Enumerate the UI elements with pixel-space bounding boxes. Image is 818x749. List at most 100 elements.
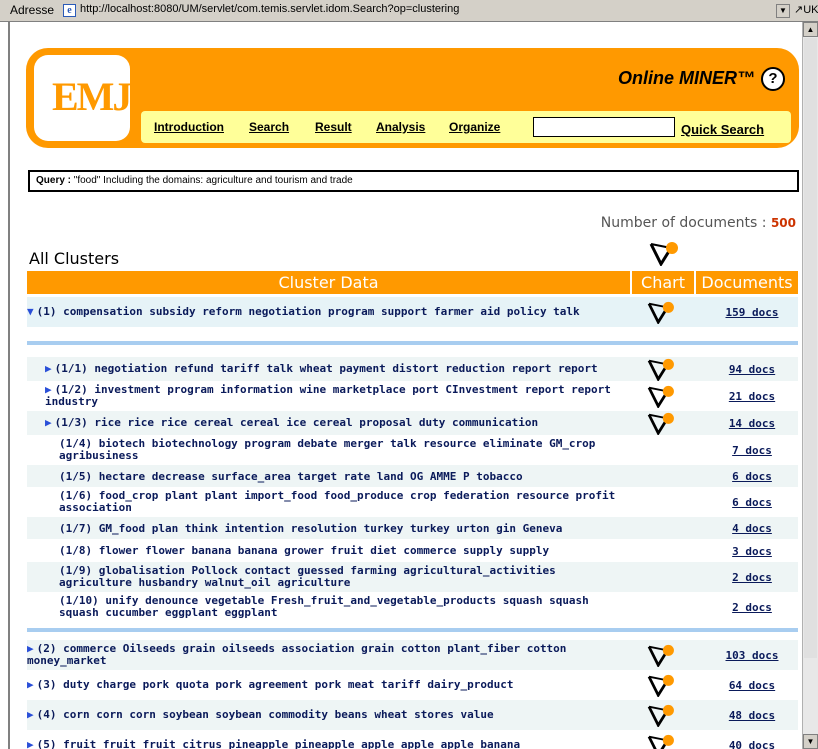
nav-introduction[interactable]: Introduction: [154, 120, 224, 134]
document-count-label: Number of documents :: [600, 215, 771, 231]
scroll-down-icon[interactable]: ▼: [803, 734, 818, 749]
cluster-text[interactable]: (1/4) biotech biotechnology program deba…: [59, 437, 595, 462]
docs-link[interactable]: 64 docs: [709, 679, 795, 692]
docs-link[interactable]: 94 docs: [709, 363, 795, 376]
cluster-label: ▶ (5) fruit fruit fruit citrus pineapple …: [27, 739, 632, 749]
cluster-text[interactable]: (1/2) investment program information win…: [45, 383, 611, 408]
docs-link[interactable]: 40 docs: [709, 739, 795, 749]
cluster-text[interactable]: (1/5) hectare decrease surface_area targ…: [59, 470, 523, 483]
nav-organize[interactable]: Organize: [449, 120, 500, 134]
cluster-text[interactable]: (1/10) unify denounce vegetable Fresh_fr…: [59, 594, 589, 619]
address-label: Adresse: [10, 3, 55, 17]
query-box: Query : "food" Including the domains: ag…: [28, 170, 799, 192]
cluster-label: ▶ (1/1) negotiation refund tariff talk wh…: [27, 363, 632, 375]
cluster-label: (1/5) hectare decrease surface_area targ…: [27, 471, 632, 483]
cluster-label: (1/7) GM_food plan think intention resol…: [27, 523, 632, 535]
docs-link[interactable]: 3 docs: [709, 545, 795, 558]
table-row: ▶ (1/1) negotiation refund tariff talk wh…: [27, 357, 798, 382]
quick-search-input[interactable]: [533, 117, 675, 137]
cluster-text[interactable]: (5) fruit fruit fruit citrus pineapple p…: [37, 738, 520, 749]
scroll-thumb[interactable]: [804, 38, 817, 658]
vertical-scrollbar[interactable]: ▲ ▼: [802, 22, 818, 749]
expand-right-icon[interactable]: ▶: [27, 708, 34, 721]
row-separator: [27, 345, 798, 357]
cluster-chart-icon[interactable]: [647, 384, 675, 413]
docs-link[interactable]: 6 docs: [709, 496, 795, 509]
cluster-text[interactable]: (1/1) negotiation refund tariff talk whe…: [55, 362, 598, 375]
cluster-text[interactable]: (1/3) rice rice rice cereal cereal ice c…: [55, 416, 538, 429]
app-header: EMJ Online MINER™ ? Introduction Search …: [26, 48, 799, 148]
expand-right-icon[interactable]: ▶: [27, 738, 34, 749]
address-input[interactable]: http://localhost:8080/UM/servlet/com.tem…: [80, 3, 780, 19]
cluster-label: (1/9) globalisation Pollock contact gues…: [27, 565, 632, 589]
docs-link[interactable]: 2 docs: [709, 601, 795, 614]
nav-search[interactable]: Search: [249, 120, 289, 134]
cluster-label: ▶ (4) corn corn corn soybean soybean comm…: [27, 709, 632, 721]
table-row: (1/5) hectare decrease surface_area targ…: [27, 465, 798, 487]
cluster-table: Cluster Data Chart Documents ▼ (1) compen…: [27, 271, 798, 749]
table-row: (1/8) flower flower banana banana grower…: [27, 539, 798, 562]
go-button[interactable]: ↗UK: [794, 3, 818, 16]
cluster-text[interactable]: (1/8) flower flower banana banana grower…: [59, 544, 549, 557]
cluster-chart-icon[interactable]: [647, 703, 675, 732]
table-header: Cluster Data Chart Documents: [27, 271, 798, 294]
cluster-text[interactable]: (1) compensation subsidy reform negotiat…: [37, 305, 580, 318]
cluster-chart-icon[interactable]: [647, 300, 675, 329]
header-cluster-data: Cluster Data: [278, 273, 379, 292]
table-row: (1/9) globalisation Pollock contact gues…: [27, 562, 798, 592]
cluster-text[interactable]: (1/9) globalisation Pollock contact gues…: [59, 564, 556, 589]
document-count: Number of documents : 500: [601, 215, 796, 231]
docs-link[interactable]: 14 docs: [709, 417, 795, 430]
docs-link[interactable]: 4 docs: [709, 522, 795, 535]
scroll-up-icon[interactable]: ▲: [803, 22, 818, 37]
nav-analysis[interactable]: Analysis: [376, 120, 425, 134]
logo-text: EMJ: [52, 74, 132, 119]
row-separator: [27, 632, 798, 640]
all-clusters-chart-icon[interactable]: [649, 240, 679, 271]
header-chart: Chart: [641, 273, 685, 292]
table-body: ▼ (1) compensation subsidy reform negotia…: [27, 294, 798, 749]
row-separator: [27, 327, 798, 341]
docs-link[interactable]: 7 docs: [709, 444, 795, 457]
help-icon[interactable]: ?: [761, 67, 785, 91]
cluster-label: (1/4) biotech biotechnology program deba…: [27, 438, 632, 462]
all-clusters-title: All Clusters: [29, 249, 120, 268]
docs-link[interactable]: 6 docs: [709, 470, 795, 483]
cluster-text[interactable]: (1/6) food_crop plant plant import_food …: [59, 489, 615, 514]
table-row: ▶ (3) duty charge pork quota pork agreeme…: [27, 670, 798, 700]
table-row: (1/10) unify denounce vegetable Fresh_fr…: [27, 592, 798, 622]
chart-icon: [647, 674, 674, 698]
chart-icon: [647, 385, 674, 409]
cluster-text[interactable]: (2) commerce Oilseeds grain oilseeds ass…: [27, 642, 566, 667]
docs-link[interactable]: 159 docs: [709, 306, 795, 319]
nav-result[interactable]: Result: [315, 120, 352, 134]
cluster-text[interactable]: (3) duty charge pork quota pork agreemen…: [37, 678, 514, 691]
cluster-label: (1/6) food_crop plant plant import_food …: [27, 490, 632, 514]
cluster-chart-icon[interactable]: [647, 733, 675, 749]
cluster-text[interactable]: (1/7) GM_food plan think intention resol…: [59, 522, 562, 535]
docs-link[interactable]: 103 docs: [709, 649, 795, 662]
cluster-label: ▶ (2) commerce Oilseeds grain oilseeds as…: [27, 643, 632, 667]
query-text: "food" Including the domains: agricultur…: [71, 175, 353, 186]
quick-search-button[interactable]: Quick Search: [681, 122, 764, 137]
expand-right-icon[interactable]: ▶: [27, 678, 34, 691]
chart-icon: [647, 412, 674, 436]
chart-icon: [647, 644, 674, 668]
table-row: ▶ (4) corn corn corn soybean soybean comm…: [27, 700, 798, 730]
chart-icon: [647, 301, 674, 325]
docs-link[interactable]: 48 docs: [709, 709, 795, 722]
cluster-text[interactable]: (4) corn corn corn soybean soybean commo…: [37, 708, 494, 721]
table-row: ▶ (5) fruit fruit fruit citrus pineapple …: [27, 730, 798, 749]
table-row: (1/4) biotech biotechnology program deba…: [27, 435, 798, 465]
browser-address-bar: Adresse e http://localhost:8080/UM/servl…: [0, 0, 818, 22]
header-documents: Documents: [701, 273, 793, 292]
expand-right-icon[interactable]: ▶: [45, 362, 52, 375]
expand-down-icon[interactable]: ▼: [27, 305, 34, 318]
cluster-label: (1/8) flower flower banana banana grower…: [27, 545, 632, 557]
expand-right-icon[interactable]: ▶: [45, 416, 52, 429]
docs-link[interactable]: 2 docs: [709, 571, 795, 584]
cluster-chart-icon[interactable]: [647, 673, 675, 702]
docs-link[interactable]: 21 docs: [709, 390, 795, 403]
cluster-chart-icon[interactable]: [647, 643, 675, 672]
address-dropdown-icon[interactable]: ▼: [776, 4, 790, 18]
